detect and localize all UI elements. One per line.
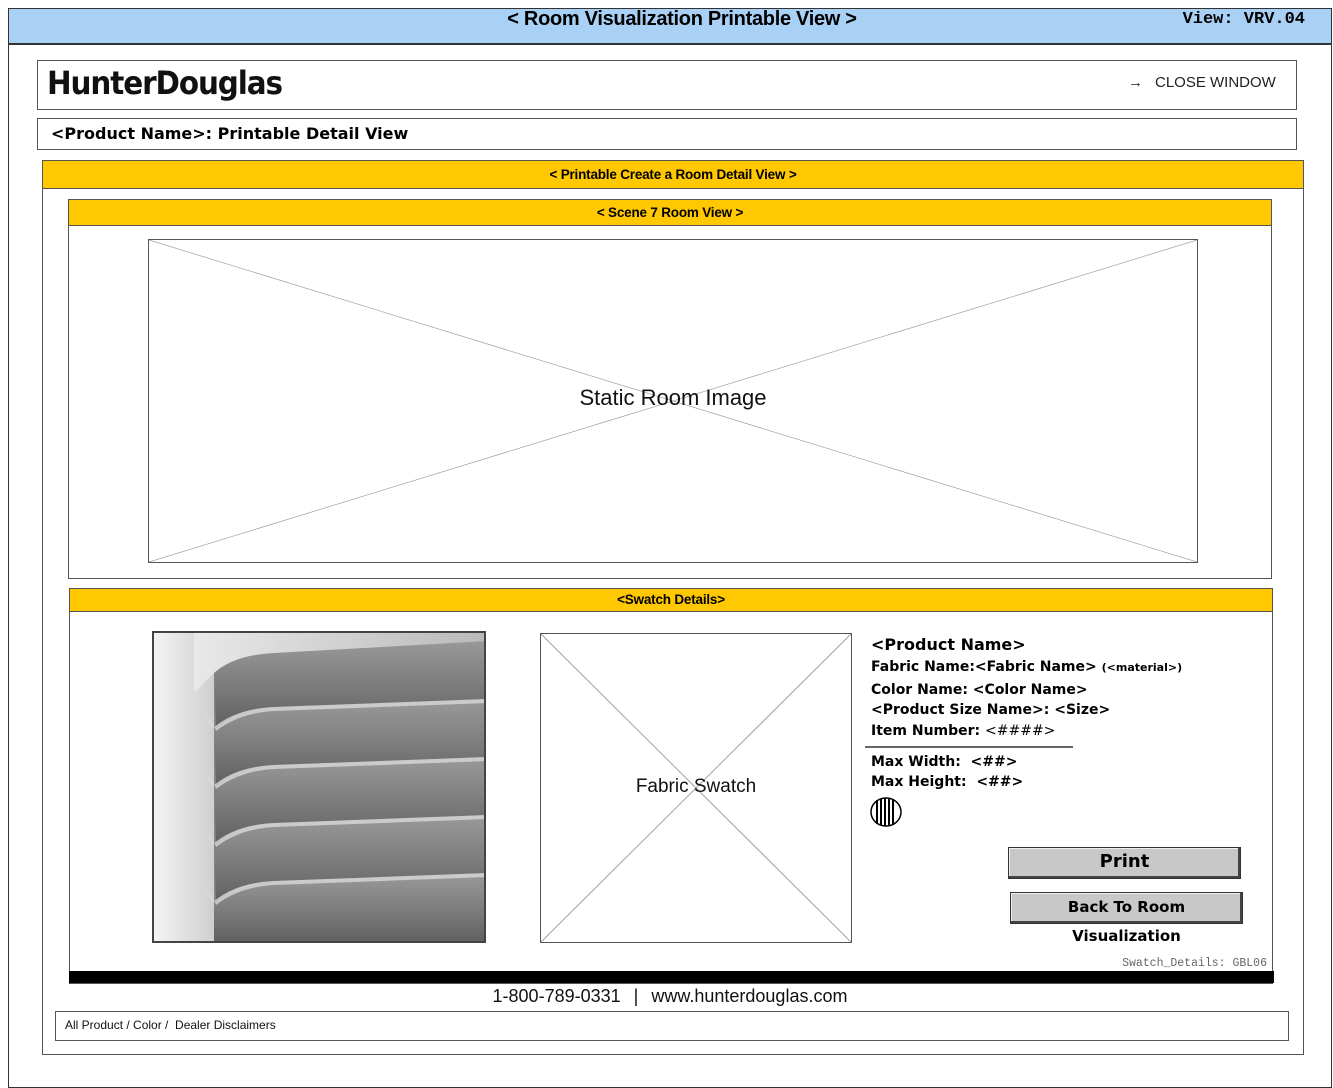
material-label: (<material>)	[1101, 661, 1183, 674]
view-id-label: View: VRV.04	[1182, 10, 1305, 29]
footer-contact: 1-800-789-0331 | www.hunterdouglas.com	[0, 986, 1333, 1007]
product-size: <Product Size Name>: <Size>	[871, 702, 1111, 718]
item-number-label: Item Number:	[871, 723, 981, 739]
item-number-row: Item Number: <####>	[871, 723, 1055, 739]
cellular-shade-image	[154, 633, 484, 941]
phone-number: 1-800-789-0331	[492, 986, 621, 1006]
back-to-room-visualization-button[interactable]: Back To Room Visualization	[1010, 892, 1243, 945]
brand-logo: HunterDouglas	[47, 64, 283, 102]
panel-footer-bar	[69, 971, 1274, 983]
scene-header: < Scene 7 Room View >	[68, 199, 1272, 226]
disclaimer-text: All Product / Color / Dealer Disclaimers	[65, 1018, 276, 1032]
separator: |	[633, 986, 639, 1006]
close-window-label: CLOSE WINDOW	[1155, 74, 1276, 91]
max-width: Max Width: <##>	[871, 754, 1018, 770]
window-title: < Room Visualization Printable View >	[507, 8, 857, 30]
divider	[865, 746, 1073, 748]
print-button[interactable]: Print	[1008, 847, 1241, 879]
screen-id-label: Swatch_Details: GBL06	[1122, 957, 1267, 970]
fabric-name: Fabric Name:<Fabric Name>	[871, 659, 1097, 675]
product-title: <Product Name>: Printable Detail View	[51, 124, 409, 143]
fabric-name-row: Fabric Name:<Fabric Name> (<material>)	[871, 659, 1182, 675]
swatch-product-name: <Product Name>	[871, 635, 1026, 654]
max-height: Max Height: <##>	[871, 774, 1024, 790]
close-window-link[interactable]: → CLOSE WINDOW	[1128, 74, 1276, 91]
fabric-swatch-label: Fabric Swatch	[635, 776, 757, 797]
product-photo	[152, 631, 486, 943]
arrow-right-icon: →	[1128, 74, 1143, 91]
room-image-label: Static Room Image	[579, 385, 767, 410]
shade-type-icon	[870, 797, 902, 827]
color-name: Color Name: <Color Name>	[871, 682, 1088, 698]
website-link[interactable]: www.hunterdouglas.com	[651, 986, 847, 1006]
swatch-header: <Swatch Details>	[69, 588, 1273, 612]
item-number-value: <####>	[985, 723, 1056, 739]
create-room-header: < Printable Create a Room Detail View >	[42, 160, 1304, 189]
